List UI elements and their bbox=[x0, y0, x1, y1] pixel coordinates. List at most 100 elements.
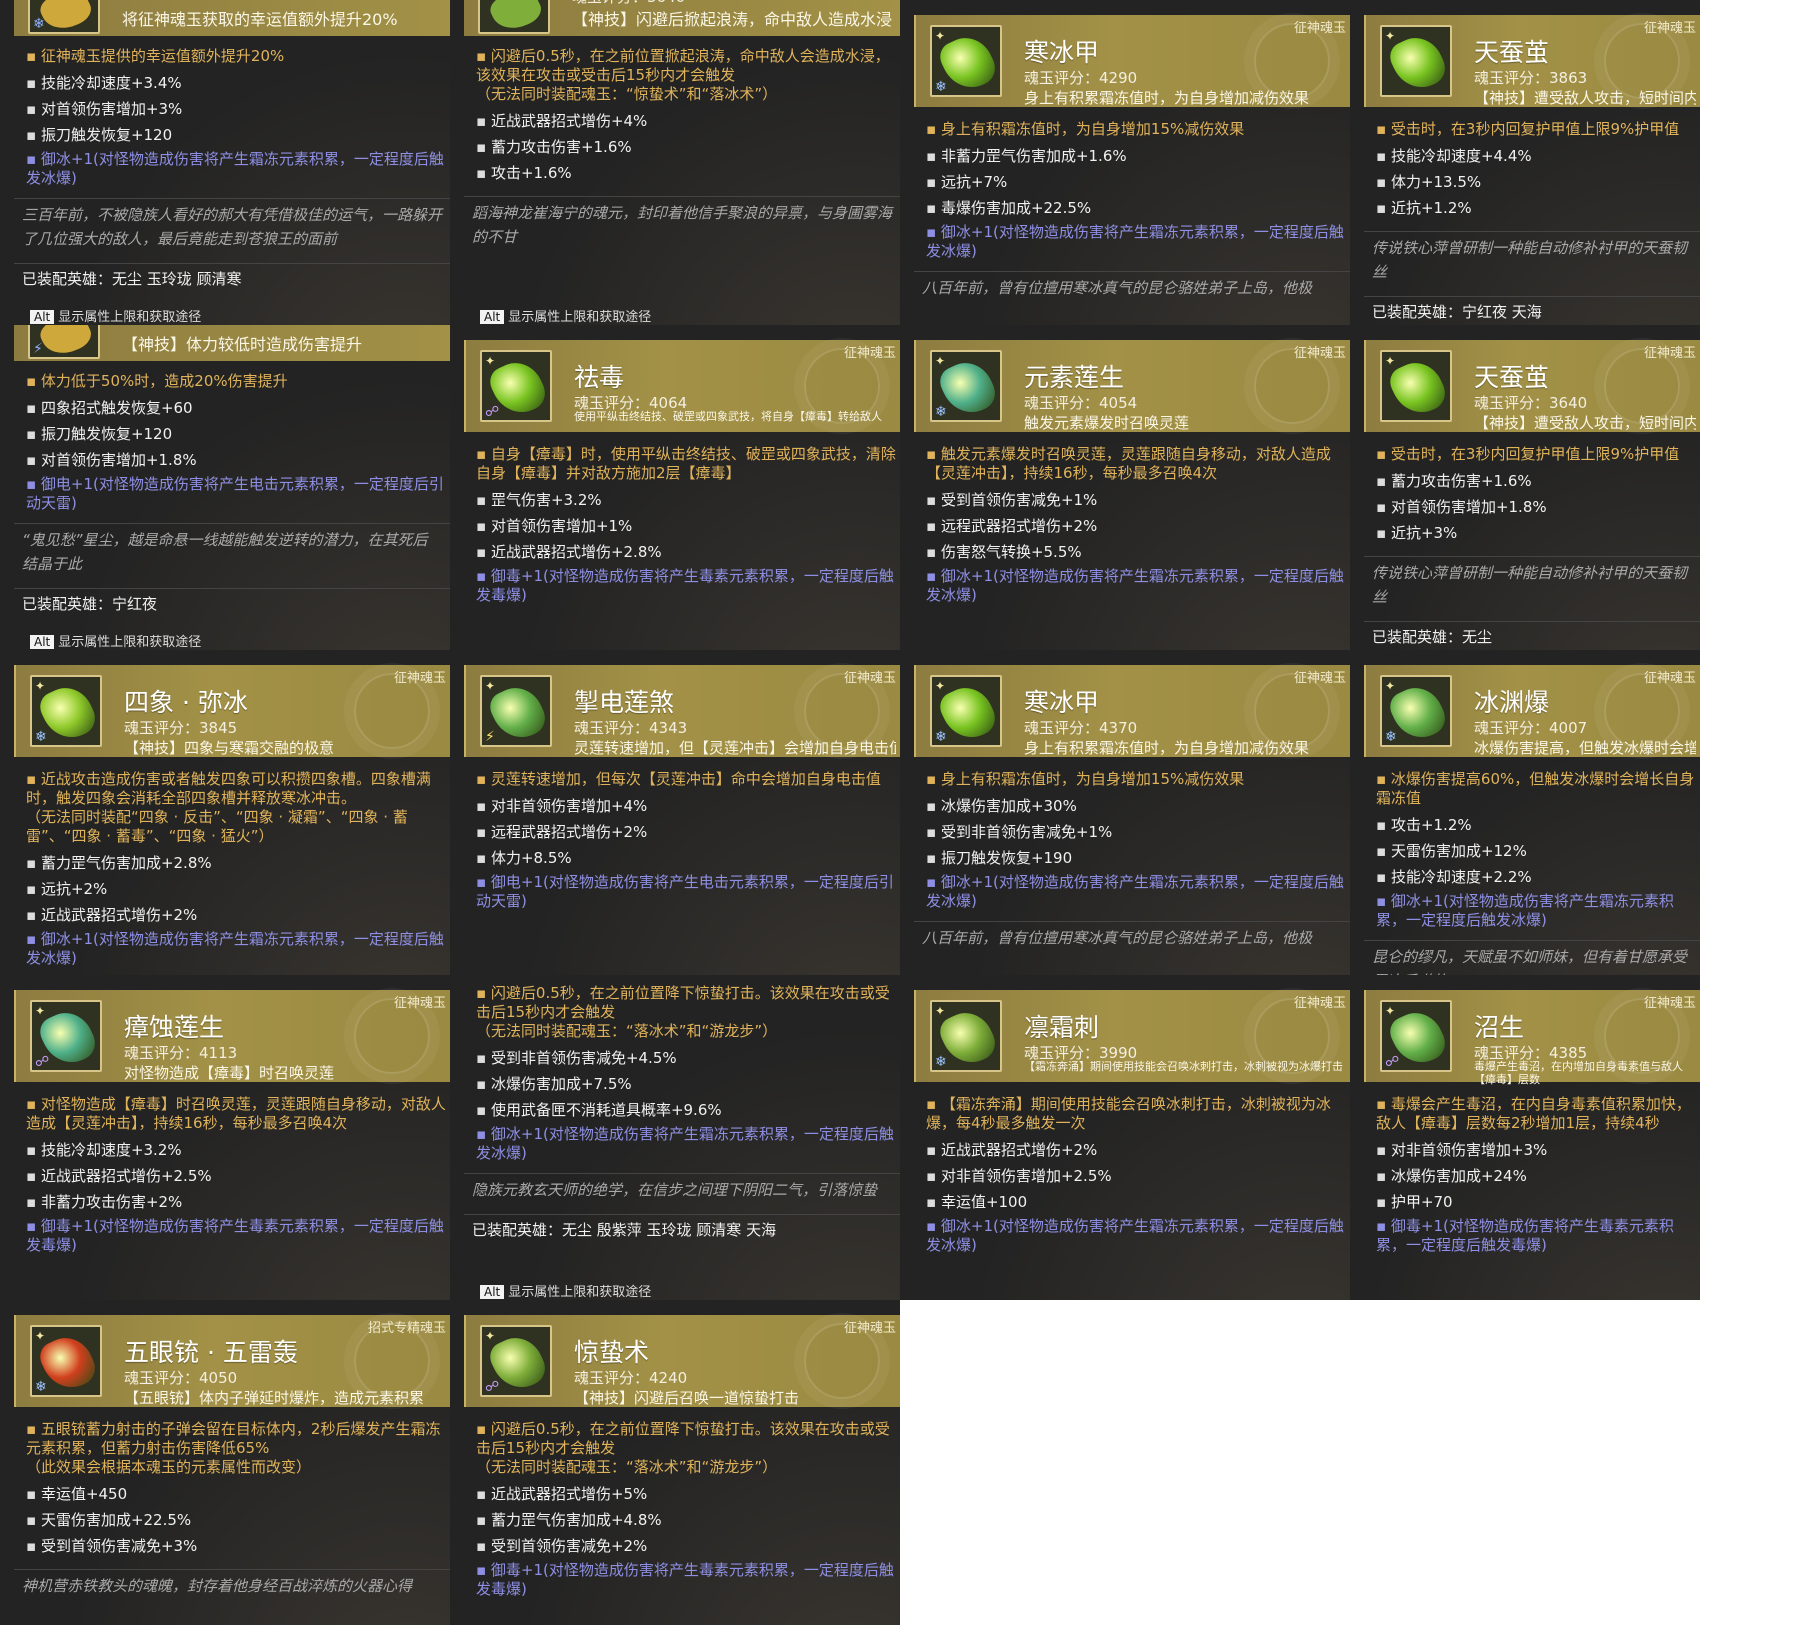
alt-key: Alt bbox=[30, 310, 55, 324]
stat-item: 远抗+2% bbox=[26, 876, 450, 902]
soul-type-tag: 征神魂玉 bbox=[1293, 21, 1346, 36]
alt-hint-text: 显示属性上限和获取途径 bbox=[58, 635, 202, 650]
stat-item: 非蓄力罡气伤害加成+1.6% bbox=[926, 143, 1350, 169]
card-header: 征神魂玉 ✦ 天蚕茧魂玉评分：3863 【神技】遭受敌人攻击，短时间内自动回复护甲值 bbox=[1364, 15, 1700, 107]
card-name: 冰渊爆 bbox=[1474, 688, 1550, 717]
soul-type-tag: 征神魂玉 bbox=[843, 346, 896, 361]
element-effect-text: ▪ 御电+1(对怪物造成伤害将产生电击元素积累，一定程度后引动天雷) bbox=[476, 873, 894, 910]
effect-text: ▪ 征神魂玉提供的幸运值额外提升20% bbox=[26, 47, 285, 65]
soul-jade-card[interactable]: 征神魂玉 ✦ ☍ 惊蛰术 魂玉评分：4240 【神技】闪避后召唤一道惊蛰打击 ▪ 闪避后0.… bbox=[450, 1300, 900, 1625]
alt-hint[interactable]: Alt 显示属性上限和获取途径 bbox=[480, 306, 651, 325]
soul-jade-card[interactable]: 征神魂玉 ✦ 天蚕茧魂玉评分：3640 【神技】遭受敌人攻击，短时间内自动回复护甲值 ▪… bbox=[1350, 325, 1700, 650]
soul-score: 魂玉评分：4054 bbox=[1024, 394, 1138, 412]
thunder-element-icon: ⚡ bbox=[485, 729, 495, 745]
soul-jade-card[interactable]: 征神魂玉 ✦ ❄ 寒冰甲 魂玉评分：4290 身上有积累霜冻值时，为自身增加减伤效果 ▪ 身… bbox=[900, 0, 1350, 325]
corner-ornament-icon: ✦ bbox=[935, 354, 946, 368]
frost-element-icon: ❄ bbox=[35, 1379, 47, 1395]
lore-text: 神机营赤铁教头的魂魄，封存着他身经百战淬炼的火器心得 bbox=[14, 1569, 450, 1602]
soul-jade-icon bbox=[478, 0, 550, 37]
gem-icon bbox=[36, 325, 96, 362]
card-body: ▪ 身上有积霜冻值时，为自身增加15%减伤效果冰爆伤害加成+30%受到非首领伤害… bbox=[914, 767, 1350, 975]
stat-item: 近战武器招式增伤+2% bbox=[26, 902, 450, 928]
card-header: 征神魂玉 ✦ ❄ 四象 · 弥冰 魂玉评分：3845 【神技】四象与寒霜交融的极意 bbox=[14, 665, 450, 757]
soul-jade-card[interactable]: 将征神魂玉获取的幸运值额外提升20% ❄ ▪ 征神魂玉提供的幸运值额外提升20% 技能… bbox=[0, 0, 450, 325]
corner-ornament-icon: ✦ bbox=[35, 679, 46, 693]
soul-score: 魂玉评分：3640 bbox=[1474, 394, 1588, 412]
stat-item: 技能冷却速度+2.2% bbox=[1376, 864, 1700, 890]
stat-item: 近抗+1.2% bbox=[1376, 195, 1700, 221]
soul-jade-icon: ✦ ☍ bbox=[1380, 1000, 1452, 1072]
stat-item: 蓄力攻击伤害+1.6% bbox=[476, 134, 900, 160]
stat-item: 对首领伤害增加+1% bbox=[476, 513, 900, 539]
card-name: 寒冰甲 bbox=[1024, 38, 1100, 67]
soul-type-tag: 征神魂玉 bbox=[1293, 996, 1346, 1011]
card-header: 【神技】体力较低时造成伤害提升 ⚡ bbox=[14, 325, 450, 362]
card-subtitle: 【神技】闪避后召唤一道惊蛰打击 bbox=[574, 1389, 800, 1407]
soul-jade-icon: ✦ ❄ bbox=[930, 350, 1002, 422]
stat-list: 技能冷却速度+3.2%近战武器招式增伤+2.5%非蓄力攻击伤害+2% bbox=[26, 1137, 450, 1215]
card-body: ▪ 征神魂玉提供的幸运值额外提升20% 技能冷却速度+3.4%对首领伤害增加+3%… bbox=[14, 44, 450, 325]
frost-element-icon: ❄ bbox=[35, 729, 47, 745]
soul-jade-card[interactable]: 招式专精魂玉 ✦ ❄ 五眼铳 · 五雷轰 魂玉评分：4050 【五眼铳】体内子弹延时爆炸，… bbox=[0, 1300, 450, 1625]
card-subtitle: 【五眼铳】体内子弹延时爆炸，造成元素积累 bbox=[124, 1389, 425, 1407]
soul-jade-card[interactable]: 征神魂玉 ✦ ☍ 祛毒 魂玉评分：4064 使用平纵击终结技、破罡或四象武技，将自身【瘴毒… bbox=[450, 325, 900, 650]
soul-jade-card[interactable]: 魂玉评分：3640游龙步【神技】闪避后掀起浪涛，命中敌人造成水浸 ▪ 闪避后0.5… bbox=[450, 0, 900, 325]
soul-jade-card[interactable]: 征神魂玉 ✦ ☍ 瘴蚀莲生 魂玉评分：4113 对怪物造成【瘴毒】时召唤灵莲 ▪ 对怪物造成… bbox=[0, 975, 450, 1300]
soul-jade-card[interactable]: 征神魂玉 ✦ ☍ 沼生 魂玉评分：4385 毒爆产生毒沼，在内增加自身毒素值与敌人【瘴毒】… bbox=[1350, 975, 1700, 1300]
effect-text: ▪ 对怪物造成【瘴毒】时召唤灵莲，灵莲跟随自身移动，对敌人造成【灵莲冲击】，持续… bbox=[26, 1095, 446, 1132]
soul-jade-icon: ✦ ❄ bbox=[30, 1325, 102, 1397]
stat-item: 蓄力罡气伤害加成+4.8% bbox=[476, 1507, 900, 1533]
stat-item: 冰爆伤害加成+24% bbox=[1376, 1163, 1700, 1189]
card-header: 征神魂玉 ✦ ❄ 寒冰甲 魂玉评分：4290 身上有积累霜冻值时，为自身增加减伤效果 bbox=[914, 15, 1350, 107]
element-effect-text: ▪ 御冰+1(对怪物造成伤害将产生霜冻元素积累，一定程度后触发冰爆) bbox=[476, 1125, 894, 1162]
stat-item: 近战武器招式增伤+2.5% bbox=[26, 1163, 450, 1189]
card-body: ▪ 触发元素爆发时召唤灵莲，灵莲跟随自身移动，对敌人造成【灵莲冲击】，持续16秒… bbox=[914, 442, 1350, 650]
soul-score: 魂玉评分：3863 bbox=[1474, 69, 1588, 87]
alt-hint[interactable]: Alt 显示属性上限和获取途径 bbox=[480, 1281, 651, 1300]
soul-jade-card[interactable]: 征神魂玉 ✦ ❄ 元素莲生 魂玉评分：4054 触发元素爆发时召唤灵莲 ▪ 触发元素爆发时召… bbox=[900, 325, 1350, 650]
soul-jade-card[interactable]: 征神魂玉 ✦ ❄ 凛霜刺 魂玉评分：3990 【霜冻奔涌】期间使用技能会召唤冰刺打击，冰刺… bbox=[900, 975, 1350, 1300]
alt-hint[interactable]: Alt 显示属性上限和获取途径 bbox=[30, 306, 201, 325]
card-body: ▪ 身上有积霜冻值时，为自身增加15%减伤效果非蓄力罡气伤害加成+1.6%远抗+… bbox=[914, 117, 1350, 325]
soul-jade-card[interactable]: 征神魂玉 ✦ ❄ 四象 · 弥冰 魂玉评分：3845 【神技】四象与寒霜交融的极意 ▪ 近战… bbox=[0, 650, 450, 975]
card-name: 掣电莲煞 bbox=[574, 688, 675, 717]
lore-text: 传说铁心萍曾研制一种能自动修补衬甲的天蚕韧丝 bbox=[1364, 231, 1700, 288]
stat-item: 幸运值+450 bbox=[26, 1481, 450, 1507]
soul-jade-icon: ✦ bbox=[1380, 25, 1452, 97]
element-effect-text: ▪ 御冰+1(对怪物造成伤害将产生霜冻元素积累，一定程度后触发冰爆) bbox=[926, 873, 1344, 910]
stat-list: 近战武器招式增伤+5%蓄力罡气伤害加成+4.8%受到首领伤害减免+2% bbox=[476, 1481, 900, 1559]
soul-jade-card[interactable]: 征神魂玉 ✦ ⚡ 掣电莲煞 魂玉评分：4343 灵莲转速增加，但【灵莲冲击】会增加自身电击… bbox=[450, 650, 900, 975]
corner-ornament-icon: ✦ bbox=[935, 29, 946, 43]
soul-jade-card[interactable]: 征神魂玉 ✦ 天蚕茧魂玉评分：3863 【神技】遭受敌人攻击，短时间内自动回复护甲值 ▪… bbox=[1350, 0, 1700, 325]
gem-icon bbox=[485, 679, 551, 747]
effect-text: ▪ 五眼铳蓄力射击的子弹会留在目标体内，2秒后爆发产生霜冻元素积累，但蓄力射击伤… bbox=[26, 1420, 441, 1476]
effect-text: ▪ 近战攻击造成伤害或者触发四象可以积攒四象槽。四象槽满时，触发四象会消耗全部四… bbox=[26, 770, 431, 845]
soul-jade-card[interactable]: 征神魂玉 ✦ ❄ 寒冰甲 魂玉评分：4370 身上有积累霜冻值时，为自身增加减伤效果 ▪ 身… bbox=[900, 650, 1350, 975]
soul-jade-card[interactable]: 【神技】体力较低时造成伤害提升 ⚡ ▪ 体力低于50%时，造成20%伤害提升四象招式… bbox=[0, 325, 450, 650]
equipped-heroes: 已装配英雄：无尘 玉玲珑 顾清寒 bbox=[14, 263, 450, 293]
card-body: ▪ 闪避后0.5秒，在之前位置掀起浪涛，命中敌人会造成水浸，该效果在攻击或受击后… bbox=[464, 44, 900, 325]
stat-list: 蓄力攻击伤害+1.6%对首领伤害增加+1.8%近抗+3% bbox=[1376, 468, 1700, 546]
stat-item: 冰爆伤害加成+30% bbox=[926, 793, 1350, 819]
soul-type-tag: 征神魂玉 bbox=[1643, 671, 1696, 686]
card-subtitle: 身上有积累霜冻值时，为自身增加减伤效果 bbox=[1024, 89, 1310, 107]
card-header: 征神魂玉✦❄冰渊爆魂玉评分：4007冰爆伤害提高，但触发冰爆时会增加自身霜冻值 bbox=[1364, 665, 1700, 757]
stat-item: 对首领伤害增加+3% bbox=[26, 96, 450, 122]
screenshot-grid: 将征神魂玉获取的幸运值额外提升20% ❄ ▪ 征神魂玉提供的幸运值额外提升20% 技能… bbox=[0, 0, 1800, 1625]
soul-jade-card[interactable]: ▪ 闪避后0.5秒，在之前位置降下惊蛰打击。该效果在攻击或受击后15秒内才会触发… bbox=[450, 975, 900, 1300]
stat-list: 蓄力罡气伤害加成+2.8%远抗+2%近战武器招式增伤+2% bbox=[26, 850, 450, 928]
poison-element-icon: ☍ bbox=[485, 1379, 500, 1395]
card-header: 征神魂玉 ✦ ⚡ 掣电莲煞 魂玉评分：4343 灵莲转速增加，但【灵莲冲击】会增加自身电击… bbox=[464, 665, 900, 757]
soul-jade-card[interactable]: 征神魂玉✦❄冰渊爆魂玉评分：4007冰爆伤害提高，但触发冰爆时会增加自身霜冻值▪… bbox=[1350, 650, 1700, 975]
alt-hint[interactable]: Alt 显示属性上限和获取途径 bbox=[30, 631, 201, 650]
card-subtitle: 身上有积累霜冻值时，为自身增加减伤效果 bbox=[1024, 739, 1310, 757]
stat-item: 对非首领伤害增加+2.5% bbox=[926, 1163, 1350, 1189]
element-effect-text: ▪ 御冰+1(对怪物造成伤害将产生霜冻元素积累，一定程度后触发冰爆) bbox=[926, 223, 1344, 260]
soul-jade-icon: ✦ ❄ bbox=[930, 1000, 1002, 1072]
lore-text: 蹈海神龙崔海宁的魂元，封印着他信手聚浪的异禀，与身圃雾海的不甘 bbox=[464, 196, 900, 253]
card-body: ▪ 五眼铳蓄力射击的子弹会留在目标体内，2秒后爆发产生霜冻元素积累，但蓄力射击伤… bbox=[14, 1417, 450, 1625]
card-body: ▪ 闪避后0.5秒，在之前位置降下惊蛰打击。该效果在攻击或受击后15秒内才会触发… bbox=[464, 981, 900, 1300]
soul-jade-icon: ✦ ☍ bbox=[480, 350, 552, 422]
soul-jade-icon: ✦ ❄ bbox=[930, 25, 1002, 97]
stat-list: 受到非首领伤害减免+4.5%冰爆伤害加成+7.5%使用武备匣不消耗道具概率+9.… bbox=[476, 1045, 900, 1123]
